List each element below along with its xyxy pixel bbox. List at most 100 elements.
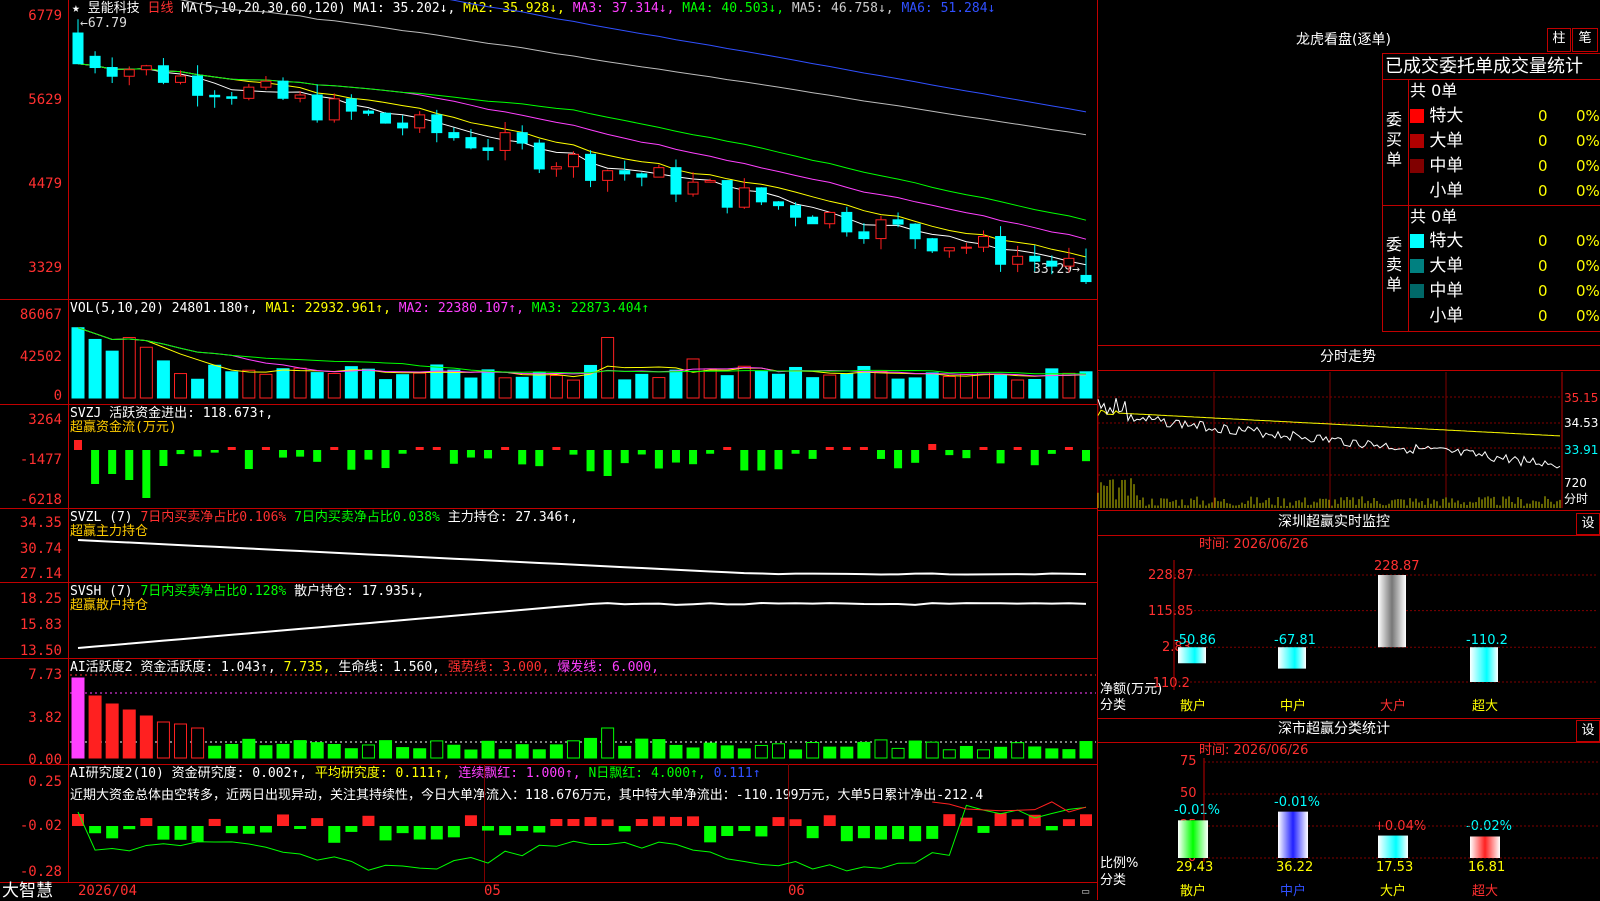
candle-body (106, 67, 118, 77)
svzj-bar (159, 450, 168, 466)
candle-body (516, 132, 528, 144)
ai-active-bar (601, 727, 615, 759)
candle-body (704, 180, 716, 183)
ai-active-bar (840, 746, 854, 759)
ai-research-bar (840, 826, 853, 842)
intraday-price-line (1097, 398, 1561, 469)
volume-bar (754, 370, 768, 399)
svzj-bar (671, 450, 680, 463)
svzj-bar (193, 450, 202, 457)
ai-active-bar (191, 727, 205, 759)
ai-active-bar (703, 742, 717, 759)
candle-body (72, 32, 84, 65)
candle-body (1080, 274, 1092, 283)
ai-research-bar (857, 826, 870, 839)
ai-research-bar (943, 814, 956, 826)
volume-bar (276, 368, 290, 399)
vol-ma3-line (77, 327, 1087, 375)
candle-body (311, 94, 323, 121)
ai-active-bar (1079, 741, 1093, 759)
svzj-bar (911, 450, 920, 463)
candle-body (277, 80, 289, 99)
ai-active-bar (1028, 746, 1042, 759)
candle-body (448, 132, 460, 139)
candle-body (960, 246, 972, 249)
volume-bar (515, 376, 529, 399)
ai-research-bar (259, 826, 272, 833)
ai-active-bar (481, 740, 495, 759)
ai-research-bar (994, 813, 1007, 826)
ma5-line (179, 0, 1087, 136)
candle-body (260, 80, 272, 88)
ai-active-bar (396, 747, 410, 759)
candle-body (499, 132, 511, 151)
volume-bar (105, 350, 119, 399)
ai-active-bar (771, 743, 785, 759)
ai-research-bar (447, 826, 460, 838)
svzj-bar (449, 450, 458, 464)
svzj-bar (1082, 450, 1090, 462)
volume-bar (669, 369, 683, 399)
svzj-bar (347, 450, 356, 470)
ai-research-bar (1062, 819, 1075, 826)
svzj-bar (620, 450, 629, 464)
candle-body (670, 167, 682, 195)
candle-body (397, 122, 409, 129)
ai-research-bar (1045, 826, 1058, 831)
ai-research-bar (174, 826, 187, 840)
ai-research-bar (669, 816, 682, 826)
volume-bar (139, 346, 153, 399)
svzj-bar (996, 450, 1005, 464)
svzj-bar (1030, 450, 1039, 466)
ai-research-bar (909, 826, 922, 842)
candle-body (687, 181, 699, 195)
svzj-bar (894, 450, 903, 469)
volume-bar (532, 371, 546, 399)
volume-bar (823, 374, 837, 399)
ai-active-bar (823, 746, 837, 759)
ai-research-bar (687, 816, 700, 826)
svzj-bar (296, 450, 305, 457)
ai-research-bar (584, 817, 597, 826)
volume-bar (259, 373, 273, 399)
ai-active-bar (976, 749, 990, 759)
ai-research-bar (294, 826, 307, 830)
ai-research-bar (379, 826, 392, 841)
volume-bar (1045, 368, 1059, 399)
svzj-bar (466, 450, 475, 458)
ai-research-bar (413, 826, 426, 840)
candle-body (790, 205, 802, 218)
svsh-line (77, 602, 1087, 649)
volume-bar (635, 373, 649, 399)
ai-research-bar (652, 816, 665, 826)
candle-body (755, 187, 767, 203)
svzj-bar (945, 450, 954, 456)
ai-research-bar (345, 826, 358, 832)
svzj-bar (108, 450, 117, 474)
ai-research-bar (106, 826, 119, 839)
main-chart-area[interactable]: ★ 昱能科技 日线 MA(5,10,20,30,60,120) MA1: 35.… (0, 0, 1098, 900)
ma3-line (77, 63, 1087, 240)
candle-body (294, 94, 306, 99)
ai-research-bar (738, 826, 751, 832)
candle-body (1046, 260, 1058, 267)
ai-research-bar (396, 826, 409, 834)
volume-bar (994, 374, 1008, 399)
ai-active-bar (994, 746, 1008, 759)
ai-research-bar (362, 815, 375, 826)
ai-research-bar (191, 826, 204, 842)
candle-body (465, 137, 477, 149)
ai-active-bar (276, 743, 290, 759)
volume-bar (891, 378, 905, 399)
volume-bar (976, 371, 990, 399)
candle-body (807, 216, 819, 225)
ai-research-bar (635, 819, 648, 826)
sz-monitor-bar (1178, 647, 1206, 664)
svzj-bar (484, 450, 493, 459)
svzj-bar (791, 450, 800, 454)
candle-body (328, 98, 340, 121)
ai-active-bar (259, 745, 273, 759)
ai-active-bar (908, 740, 922, 759)
ai-active-bar (1045, 748, 1059, 759)
ai-active-bar (327, 743, 341, 759)
